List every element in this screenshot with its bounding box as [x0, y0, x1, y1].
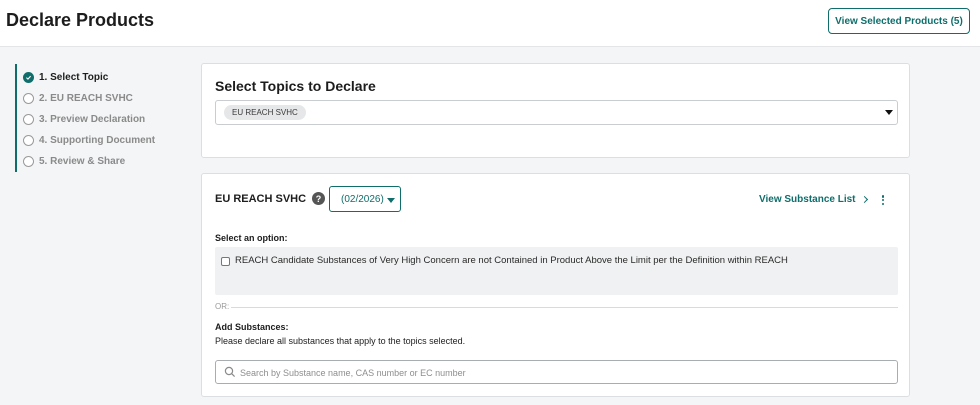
step-label: 1. Select Topic — [39, 71, 109, 83]
period-value: (02/2026) — [341, 193, 384, 205]
step-label: 4. Supporting Document — [39, 134, 156, 146]
stepper: 1. Select Topic 2. EU REACH SVHC 3. Prev… — [15, 64, 165, 172]
period-select[interactable]: (02/2026) — [329, 186, 401, 212]
section-title: EU REACH SVHC — [215, 193, 307, 205]
or-label: OR: — [215, 302, 230, 311]
circle-icon — [23, 134, 34, 146]
substance-search-input[interactable] — [240, 364, 880, 381]
topics-multiselect[interactable]: EU REACH SVHC — [215, 100, 898, 125]
option-text: REACH Candidate Substances of Very High … — [235, 255, 788, 266]
add-substances-help: Please declare all substances that apply… — [215, 336, 466, 346]
step-label: 2. EU REACH SVHC — [39, 92, 133, 104]
page-title: Declare Products — [6, 10, 155, 30]
more-options-icon[interactable] — [878, 193, 888, 207]
circle-icon — [23, 113, 34, 125]
option-label: Select an option: — [215, 233, 288, 243]
step-review-share[interactable]: 5. Review & Share — [23, 153, 125, 169]
view-selected-products-button[interactable]: View Selected Products (5) — [828, 8, 970, 34]
option-row: REACH Candidate Substances of Very High … — [215, 247, 898, 295]
caret-down-icon — [387, 198, 395, 203]
view-substance-list-link[interactable]: View Substance List — [759, 194, 868, 205]
top-bar: Declare Products View Selected Products … — [0, 0, 980, 47]
caret-down-icon[interactable] — [885, 110, 893, 115]
add-substances-label: Add Substances: — [215, 322, 289, 332]
step-label: 3. Preview Declaration — [39, 113, 146, 125]
not-contained-checkbox[interactable] — [221, 257, 230, 266]
topic-chip[interactable]: EU REACH SVHC — [224, 105, 306, 120]
circle-icon — [23, 155, 34, 167]
search-icon — [224, 366, 236, 378]
select-topics-heading: Select Topics to Declare — [215, 78, 376, 94]
step-supporting-document[interactable]: 4. Supporting Document — [23, 132, 155, 148]
question-circle-icon[interactable]: ? — [312, 192, 325, 205]
circle-icon — [23, 92, 34, 104]
view-substance-label: View Substance List — [759, 194, 856, 205]
step-select-topic[interactable]: 1. Select Topic — [23, 69, 108, 85]
divider — [231, 307, 898, 308]
chevron-right-icon — [860, 195, 868, 204]
step-preview-declaration[interactable]: 3. Preview Declaration — [23, 111, 145, 127]
substance-search[interactable] — [215, 360, 898, 384]
check-icon — [23, 71, 34, 83]
step-label: 5. Review & Share — [39, 155, 126, 167]
eu-reach-svhc-card: EU REACH SVHC ? (02/2026) View Substance… — [201, 173, 910, 397]
step-eu-reach-svhc[interactable]: 2. EU REACH SVHC — [23, 90, 133, 106]
select-topics-card: Select Topics to Declare EU REACH SVHC — [201, 63, 910, 158]
